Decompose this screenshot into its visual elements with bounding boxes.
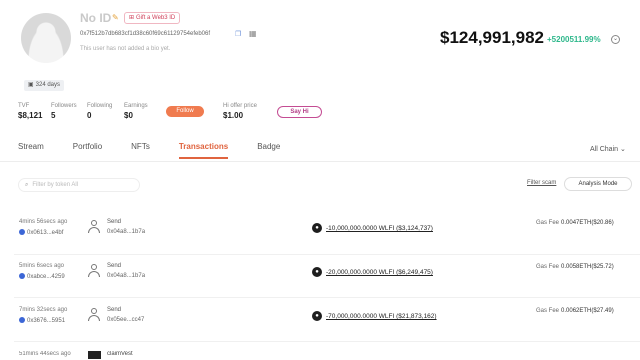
chain-icon [19,273,25,279]
row-divider [14,254,640,255]
chevron-down-icon[interactable]: ⌄ [611,35,620,44]
net-worth-value: $124,991,982 [440,28,544,47]
tx-from-address: 0x0613...e4bf [27,230,64,236]
calendar-icon: ▣ [28,82,34,88]
tx-amount[interactable]: -20,000,000.0000 WLFI ($6,249,475) [326,269,433,276]
tab-transactions[interactable]: Transactions [178,142,229,159]
chevron-down-icon: ⌄ [619,146,626,153]
tx-type: Send [107,263,122,269]
contract-icon [88,351,101,359]
wlfi-token-icon: ● [312,223,322,233]
tx-from[interactable]: 0xabce...4259 [19,273,65,280]
tx-to-address[interactable]: 0x05ee...cc47 [107,317,144,323]
wlfi-token-icon: ● [312,267,322,277]
edit-icon[interactable]: ✎ [112,13,119,22]
chain-filter-dropdown[interactable]: All Chain ⌄ [590,145,626,153]
stat-label: Earnings [124,103,148,109]
stat-following[interactable]: Following 0 [87,103,112,120]
chain-filter-label: All Chain [590,146,619,153]
stat-label: Followers [51,103,77,109]
gas-value: 0.0047ETH($20.86) [561,220,614,226]
profile-name: No ID [80,11,112,25]
search-icon: ⌕ [25,182,29,188]
stat-hi-offer-price: Hi offer price $1.00 [223,103,257,120]
tx-from-address: 0xabce...4259 [27,274,65,280]
token-filter-input[interactable]: ⌕ Filter by token All [18,178,140,192]
search-placeholder: Filter by token All [32,182,79,188]
stat-value: 5 [51,111,56,120]
stat-earnings: Earnings $0 [124,103,148,120]
stat-value: $1.00 [223,111,244,120]
tx-from-address: 0x3676...5951 [27,318,66,324]
tx-type: Send [107,219,122,225]
row-divider [14,297,640,298]
avatar [21,13,71,63]
gift-icon: ⊞ [129,15,135,21]
tx-from[interactable]: 0x3676...5951 [19,317,65,324]
stat-label: Following [87,103,113,109]
chain-icon [19,229,25,235]
gift-web3-id-button[interactable]: ⊞ Gift a Web3 ID [124,12,181,24]
wlfi-token-icon: ● [312,311,322,321]
tx-type: claimVest [107,351,133,357]
stat-value: 0 [87,111,92,120]
tx-time: 5mins 6secs ago [19,263,65,269]
stat-value: $0 [124,111,133,120]
user-icon [88,220,100,234]
gas-value: 0.0058ETH($25.72) [561,264,614,270]
tx-to-address[interactable]: 0x04a8...1b7a [107,229,145,235]
account-age-badge: ▣ 324 days [24,80,65,91]
tx-gas-fee: Gas Fee 0.0047ETH($20.86) [536,220,614,226]
stat-followers[interactable]: Followers 5 [51,103,77,120]
transaction-row[interactable]: 5mins 6secs ago 0xabce...4259 Send 0x04a… [0,263,640,305]
filter-scam-link[interactable]: Filter scam [527,180,556,186]
tx-gas-fee: Gas Fee 0.0058ETH($25.72) [536,264,614,270]
follow-button[interactable]: Follow [166,106,204,117]
wallet-address: 0x7f512b7db683cf1d38c60f69c61129754efeb0… [80,31,211,37]
tx-time: 4mins 56secs ago [19,219,68,225]
gas-label: Gas Fee [536,308,560,314]
tx-type: Send [107,307,122,313]
tab-nfts[interactable]: NFTs [131,142,150,159]
chain-icon [19,317,25,323]
gas-value: 0.0062ETH($27.49) [561,308,614,314]
tx-gas-fee: Gas Fee 0.0062ETH($27.49) [536,308,614,314]
gift-label: Gift a Web3 ID [136,15,176,21]
days-label: 324 days [35,82,61,88]
row-divider [14,341,640,342]
tx-amount[interactable]: -10,000,000.0000 WLFI ($3,124,737) [326,225,433,232]
copy-icon[interactable]: ❐ [235,30,241,38]
transaction-row[interactable]: 51mins 44secs ago claimVest [0,351,640,360]
qr-code-icon[interactable]: ▦ [249,29,257,38]
tab-portfolio[interactable]: Portfolio [73,142,102,159]
gas-label: Gas Fee [536,264,560,270]
analysis-mode-button[interactable]: Analysis Mode [564,177,632,191]
stat-tvf: TVF $8,121 [18,103,42,120]
divider [0,161,640,162]
gas-label: Gas Fee [536,220,560,226]
stat-label: Hi offer price [223,103,257,109]
tx-from[interactable]: 0x0613...e4bf [19,229,63,236]
tx-time: 7mins 32secs ago [19,307,68,313]
stat-label: TVF [18,103,30,109]
tx-time: 51mins 44secs ago [19,351,71,357]
user-icon [88,264,100,278]
bio-text: This user has not added a bio yet. [80,46,171,52]
user-icon [88,308,100,322]
tab-stream[interactable]: Stream [18,142,44,159]
tab-badge[interactable]: Badge [257,142,280,159]
net-worth-change: +5200511.99% [547,35,601,44]
stat-value: $8,121 [18,111,43,120]
tx-amount[interactable]: -70,000,000.0000 WLFI ($21,873,162) [326,313,437,320]
tx-to-address[interactable]: 0x04a8...1b7a [107,273,145,279]
transaction-row[interactable]: 7mins 32secs ago 0x3676...5951 Send 0x05… [0,307,640,349]
say-hi-button[interactable]: Say Hi [277,106,322,118]
profile-tabs: Stream Portfolio NFTs Transactions Badge [18,142,309,159]
